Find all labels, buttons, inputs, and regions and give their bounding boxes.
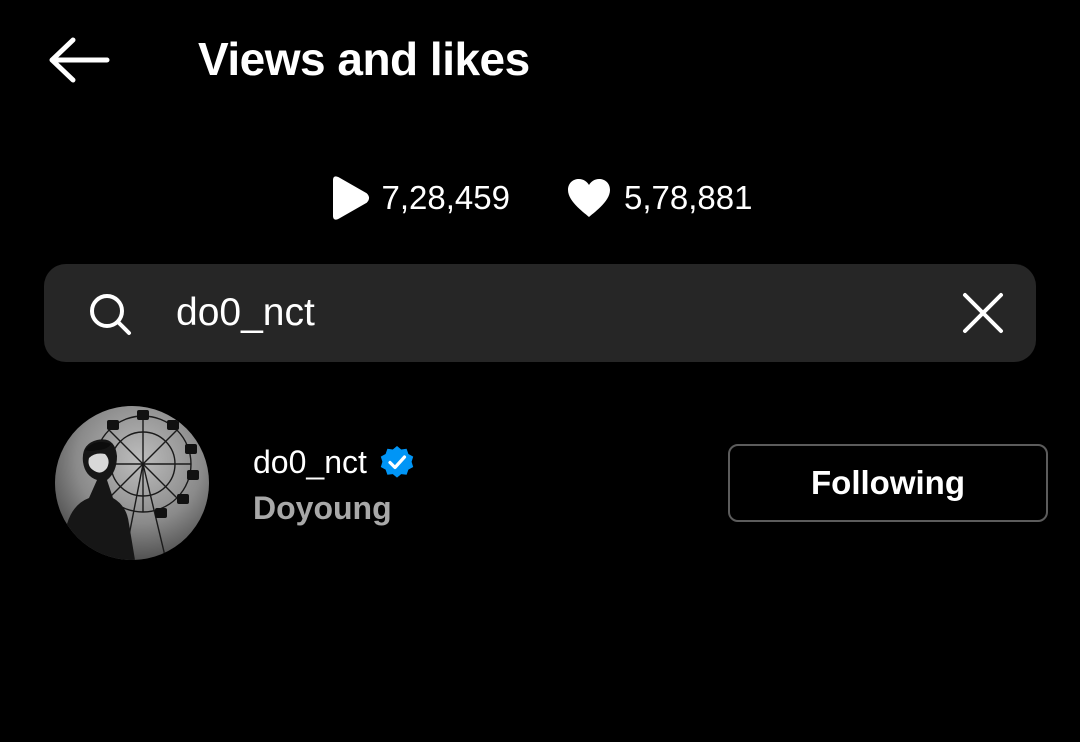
views-count: 7,28,459 bbox=[381, 179, 510, 216]
user-result-row[interactable]: do0_nct Doyoung Following bbox=[0, 396, 1080, 572]
profile-photo bbox=[55, 406, 209, 560]
page-title: Views and likes bbox=[198, 33, 530, 85]
username-line: do0_nct bbox=[253, 442, 415, 482]
arrow-left-icon bbox=[49, 37, 110, 83]
search-icon bbox=[90, 294, 131, 335]
views-stat: 7,28,459 bbox=[328, 175, 510, 221]
back-button[interactable] bbox=[40, 30, 116, 90]
likes-count: 5,78,881 bbox=[624, 179, 753, 216]
heart-icon bbox=[568, 179, 610, 217]
username: do0_nct bbox=[253, 444, 367, 480]
close-icon bbox=[963, 293, 1003, 333]
play-icon bbox=[332, 176, 369, 220]
verified-badge-icon bbox=[380, 446, 414, 478]
full-name: Doyoung bbox=[253, 490, 392, 526]
stats-row: 7,28,459 5,78,881 bbox=[0, 170, 1080, 226]
likes-stat: 5,78,881 bbox=[566, 177, 752, 219]
avatar[interactable] bbox=[55, 406, 209, 560]
search-input[interactable] bbox=[176, 286, 936, 340]
clear-search-button[interactable] bbox=[958, 288, 1008, 338]
search-bar bbox=[44, 264, 1036, 362]
following-button[interactable]: Following bbox=[728, 444, 1048, 522]
